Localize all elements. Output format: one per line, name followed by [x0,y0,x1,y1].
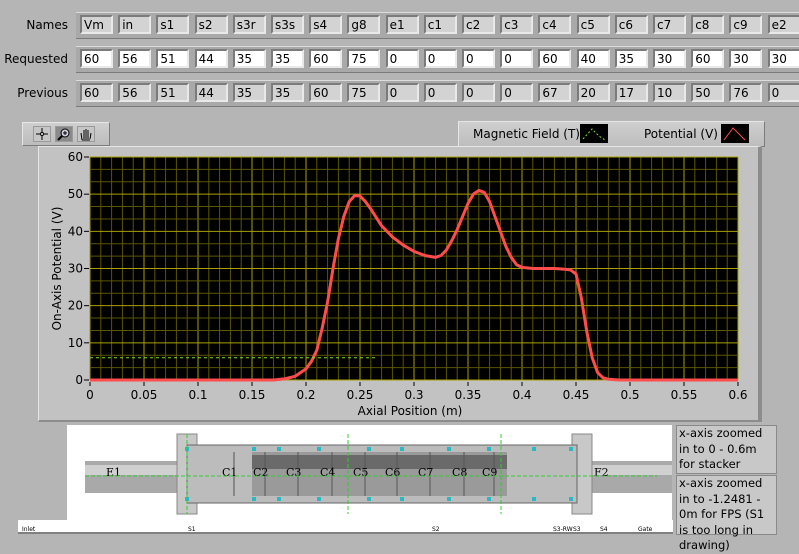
electrode-label: C7 [418,466,433,479]
electrode-label: C6 [385,466,400,479]
electrode-mount-top [277,447,281,451]
electrode-label: C5 [353,466,368,479]
electrode-label: E1 [106,466,121,479]
x-tick-label: 0.15 [239,388,266,402]
trap-ruler: Inlet S1 S2 S3-RW S3 S4 Gate [18,520,673,534]
x-tick-label: 0.3 [404,388,423,402]
electrode-mount-bottom [487,497,491,501]
electrode-label: F2 [594,466,609,479]
electrode-mount-bottom [400,497,404,501]
electrode-label: C1 [222,466,237,479]
electrode-mount-top [487,447,491,451]
ruler-label: S1 [188,526,196,533]
electrode-label: C4 [320,466,335,479]
electrode-mount-bottom [317,497,321,501]
x-tick-label: 0.5 [620,388,639,402]
x-tick-label: 0.45 [563,388,590,402]
electrode-label: C3 [286,466,301,479]
x-tick-label: 0.6 [728,388,747,402]
electrode-label: C2 [253,466,268,479]
electrode-label: C8 [452,466,467,479]
x-tick-label: 0.25 [347,388,374,402]
ruler-label: S4 [600,526,608,533]
electrode-mount-top [569,447,573,451]
ruler-label: Inlet [22,526,36,533]
electrode-mount-top [447,447,451,451]
ruler-label: Gate [638,526,653,533]
x-axis-label: Axial Position (m) [358,404,463,418]
x-tick-label: 0.2 [296,388,315,402]
electrode-label: C9 [482,466,497,479]
electrode-mount-top [532,447,536,451]
y-tick-label: 20 [68,299,83,313]
electrode-mount-bottom [532,497,536,501]
x-tick-label: 0 [86,388,94,402]
x-tick-label: 0.05 [131,388,158,402]
ruler-label: S3-RW [553,526,573,533]
y-tick-label: 40 [68,224,83,238]
x-tick-label: 0.55 [671,388,698,402]
x-tick-label: 0.1 [188,388,207,402]
electrode-mount-bottom [367,497,371,501]
electrode-diagram: E1 C1 C2 C3 C4 C5 C6 C7 C8 C9 F2 [67,425,673,520]
y-tick-label: 30 [68,262,83,276]
y-tick-label: 0 [75,373,83,387]
electrode-mount-top [367,447,371,451]
x-tick-label: 0.4 [512,388,531,402]
ruler-label: S2 [432,526,440,533]
note-stacker-zoom: x-axis zoomed in to 0 - 0.6m for stacker… [676,425,777,487]
ruler-label: S3 [573,526,581,533]
electrode-mount-bottom [447,497,451,501]
electrode-mount-bottom [277,497,281,501]
electrode-mount-bottom [569,497,573,501]
x-tick-label: 0.35 [455,388,482,402]
y-tick-label: 60 [68,150,83,164]
y-tick-label: 50 [68,187,83,201]
electrode-mount-top [400,447,404,451]
electrode-mount-top [317,447,321,451]
y-tick-label: 10 [68,336,83,350]
electrode-mount-bottom [252,497,256,501]
note-fps-zoom: x-axis zoomed in to -1.2481 - 0m for FPS… [676,475,777,552]
y-axis-label: On-Axis Potential (V) [50,207,64,331]
electrode-mount-top [252,447,256,451]
